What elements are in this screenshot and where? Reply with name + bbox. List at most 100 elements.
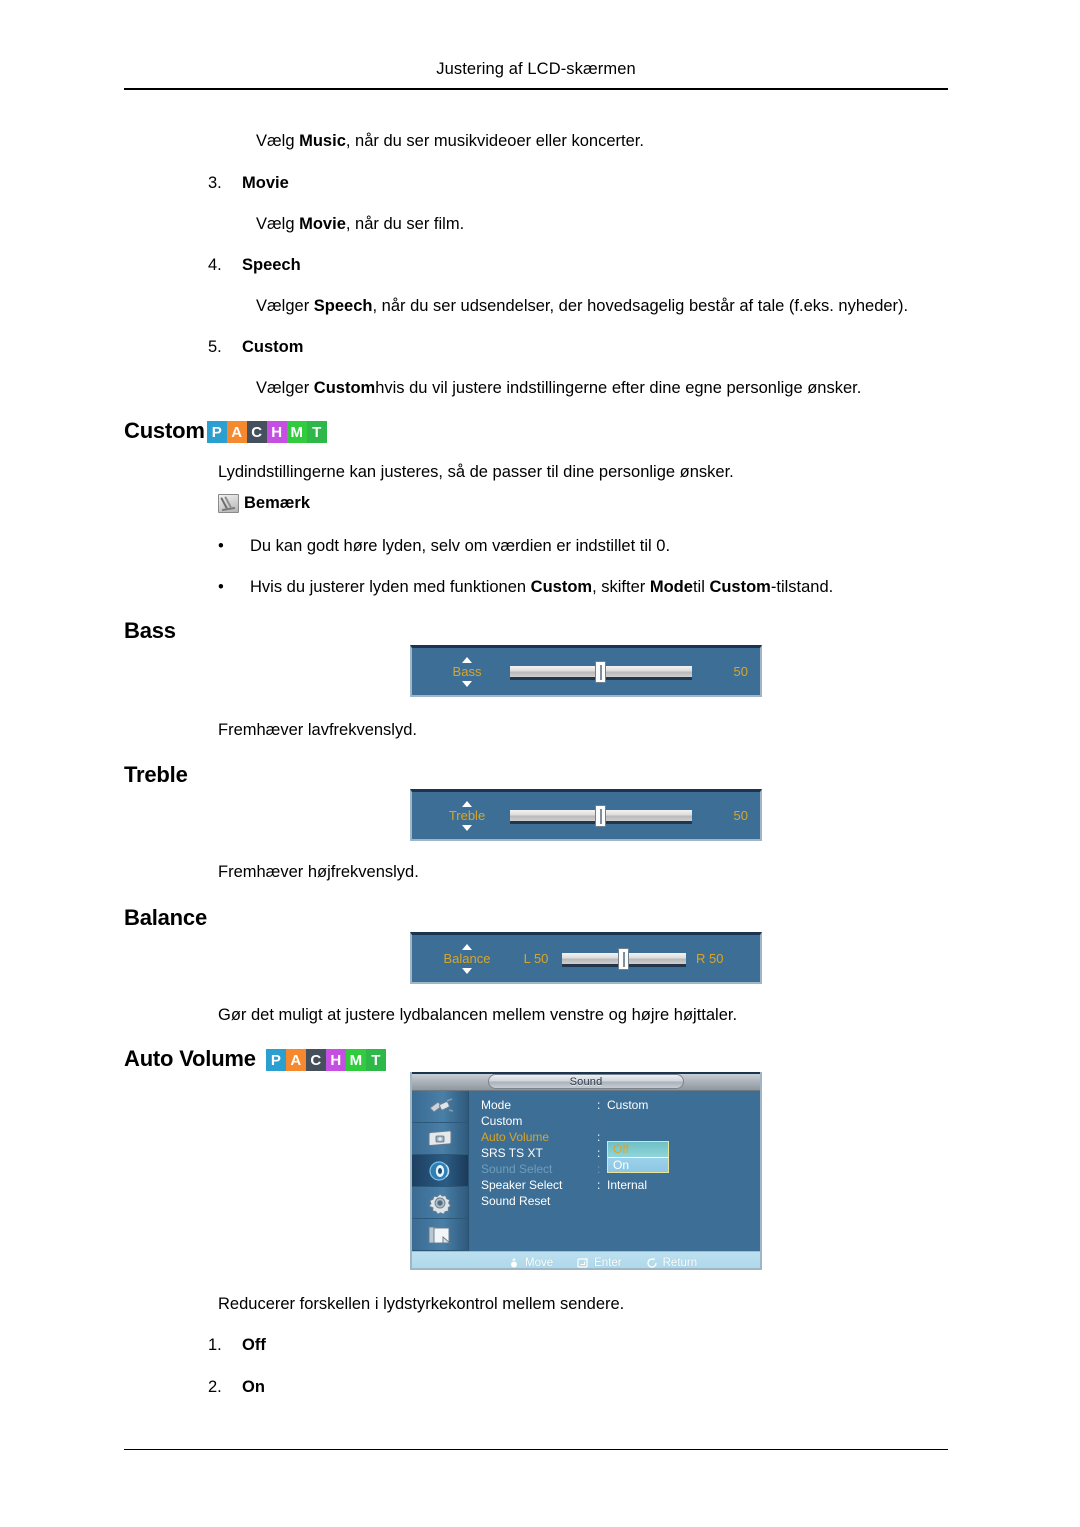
picture-monitor-icon	[425, 1128, 455, 1150]
bass-osd-slider[interactable]: Bass 50	[410, 645, 762, 697]
pen-note-icon	[218, 494, 239, 513]
menu-colon-auto-volume: :	[597, 1130, 601, 1144]
menu-colon-srs-ts-xt: :	[597, 1146, 601, 1160]
menu-label-auto-volume: Auto Volume	[481, 1130, 550, 1144]
status-item-enter[interactable]: Enter	[577, 1257, 622, 1269]
movie-desc-pre: Vælg	[256, 215, 300, 233]
mode-item-custom-number: 5.	[208, 338, 222, 356]
menu-row-custom[interactable]: Custom	[481, 1113, 760, 1129]
menu-row-mode[interactable]: Mode : Custom	[481, 1097, 760, 1113]
rail-item-setup[interactable]	[412, 1187, 468, 1219]
auto-volume-option-on-number: 2.	[208, 1378, 222, 1396]
treble-osd-slider[interactable]: Treble 50	[410, 789, 762, 841]
treble-heading: Treble	[124, 762, 188, 787]
balance-right-value: R 50	[696, 951, 724, 966]
balance-slider-handle[interactable]	[618, 947, 629, 970]
bullet-2-bold-2: Mode	[649, 578, 693, 596]
menu-label-speaker-select: Speaker Select	[481, 1178, 563, 1192]
mode-item-custom-desc: Vælger Customhvis du vil justere indstil…	[256, 378, 861, 398]
triangle-up-icon[interactable]	[462, 943, 472, 950]
custom-section-heading: Custom P A C H M T	[124, 418, 327, 444]
badge-p: P	[206, 421, 227, 443]
treble-slider-track-wrap[interactable]	[510, 790, 692, 842]
auto-volume-option-on-label: On	[242, 1378, 265, 1396]
move-joystick-icon	[508, 1257, 520, 1268]
header-divider	[124, 88, 948, 90]
page-header-title: Justering af LCD-skærmen	[436, 60, 636, 78]
treble-slider-handle[interactable]	[595, 804, 606, 827]
bullet-marker-2: •	[218, 578, 224, 596]
auto-volume-option-off-number: 1.	[208, 1336, 222, 1354]
bass-slider-handle[interactable]	[595, 660, 606, 683]
balance-heading: Balance	[124, 905, 207, 930]
balance-osd-slider[interactable]: Balance L 50 R 50	[410, 932, 762, 984]
menu-value-speaker-select: Internal	[607, 1178, 648, 1192]
menu-label-sound-select: Sound Select	[481, 1162, 553, 1176]
bass-heading: Bass	[124, 618, 176, 643]
osd-title-text: Sound	[569, 1075, 603, 1088]
badge-a: A	[285, 1049, 306, 1071]
custom-section-description: Lydindstillingerne kan justeres, så de p…	[218, 463, 734, 481]
badge-t: T	[365, 1049, 386, 1071]
menu-label-mode: Mode	[481, 1098, 512, 1112]
menu-value-mode: Custom	[607, 1098, 649, 1112]
mode-item-movie-desc: Vælg Movie, når du ser film.	[256, 214, 464, 234]
treble-description: Fremhæver højfrekvenslyd.	[218, 863, 419, 881]
mode-item-movie: 3. Movie	[208, 174, 289, 193]
menu-row-sound-reset[interactable]: Sound Reset	[481, 1193, 760, 1209]
menu-colon-mode: :	[597, 1098, 601, 1112]
bullet-2-mid: , skifter	[592, 578, 650, 596]
menu-colon-sound-select: :	[597, 1162, 601, 1176]
triangle-up-icon[interactable]	[462, 800, 472, 807]
triangle-down-icon[interactable]	[462, 824, 472, 831]
mode-item-custom-label: Custom	[242, 338, 304, 356]
movie-desc-bold: Movie	[299, 215, 346, 233]
badge-a: A	[226, 421, 247, 443]
music-description: Vælg Music, når du ser musikvideoer elle…	[256, 131, 644, 151]
mode-item-speech-label: Speech	[242, 256, 301, 274]
status-label-enter: Enter	[594, 1257, 622, 1269]
speech-desc-bold: Speech	[313, 297, 373, 315]
badge-c: C	[305, 1049, 326, 1071]
status-item-return[interactable]: Return	[646, 1257, 698, 1269]
rail-item-sound[interactable]	[412, 1155, 468, 1187]
bass-osd-value: 50	[733, 664, 748, 679]
menu-row-speaker-select[interactable]: Speaker Select : Internal	[481, 1177, 760, 1193]
movie-desc-post: , når du ser film.	[345, 215, 465, 233]
rail-item-input[interactable]	[412, 1091, 468, 1123]
triangle-down-icon[interactable]	[462, 680, 472, 687]
bullet-2-mid-2: til	[692, 578, 710, 596]
dropdown-option-off[interactable]: Off	[608, 1142, 668, 1157]
treble-osd-name: Treble	[448, 807, 486, 823]
custom-bullet-1: • Du kan godt høre lyden, selv om værdien…	[218, 537, 670, 556]
sound-osd-menu[interactable]: Sound Mode: Custom Custom Auto Volume:…	[410, 1072, 762, 1270]
custom-desc-bold: Custom	[313, 379, 376, 397]
triangle-down-icon[interactable]	[462, 967, 472, 974]
bass-description: Fremhæver lavfrekvenslyd.	[218, 721, 417, 739]
speech-desc-post: , når du ser udsendelser, der hovedsagel…	[372, 297, 909, 315]
auto-volume-dropdown[interactable]: Off On	[607, 1141, 669, 1173]
auto-volume-description: Reducerer forskellen i lydstyrkekontrol …	[218, 1295, 625, 1313]
badge-m: M	[286, 421, 307, 443]
status-item-move[interactable]: Move	[508, 1257, 554, 1269]
rail-item-multi-control[interactable]	[412, 1219, 468, 1251]
bass-slider-track-wrap[interactable]	[510, 646, 692, 698]
mode-item-speech-number: 4.	[208, 256, 222, 274]
rail-item-picture[interactable]	[412, 1123, 468, 1155]
bass-osd-name: Bass	[452, 663, 482, 679]
bullet-2-bold-3: Custom	[709, 578, 771, 596]
pachmt-badges-custom: P A C H M T	[206, 421, 327, 443]
status-label-move: Move	[525, 1257, 554, 1269]
balance-label-box: Balance	[424, 943, 510, 974]
badge-m: M	[345, 1049, 366, 1071]
sound-speaker-icon	[425, 1160, 455, 1182]
input-plug-icon	[425, 1096, 455, 1118]
manual-page: Justering af LCD-skærmen Vælg Music, når…	[0, 0, 1080, 1527]
status-label-return: Return	[662, 1257, 698, 1269]
balance-slider-track-wrap[interactable]	[562, 933, 686, 985]
multi-control-pages-icon	[425, 1224, 455, 1246]
music-bold: Music	[299, 132, 346, 150]
triangle-up-icon[interactable]	[462, 656, 472, 663]
enter-key-icon	[577, 1257, 589, 1268]
dropdown-option-on[interactable]: On	[608, 1157, 668, 1172]
